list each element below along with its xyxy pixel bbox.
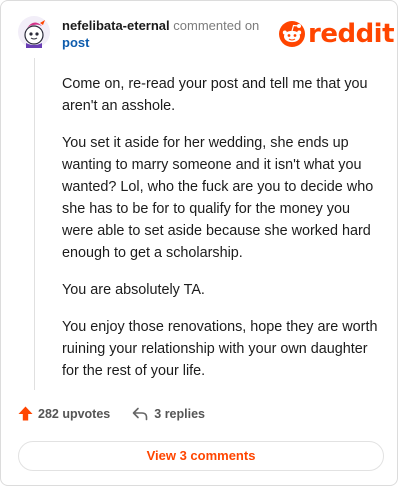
upvote-button[interactable]: 282 upvotes [18,406,110,421]
comment-card: nefelibata-eternal commented on post red… [0,0,398,486]
replies-button[interactable]: 3 replies [132,407,205,421]
username-link[interactable]: nefelibata-eternal [62,18,170,33]
upvote-count: 282 upvotes [38,406,111,421]
commented-on-label: commented on [173,18,260,33]
view-comments-button[interactable]: View 3 comments [18,441,384,471]
reddit-snoo-icon [279,21,305,47]
reddit-logo[interactable]: reddit [279,19,395,49]
comment-paragraph: You are absolutely TA. [62,282,205,298]
comment-paragraph: Come on, re-read your post and tell me t… [62,76,368,114]
post-link[interactable]: post [62,34,272,51]
comment-body: Come on, re-read your post and tell me t… [62,73,382,397]
user-avatar[interactable] [18,16,50,48]
reply-arrow-icon [132,407,148,420]
comment-paragraph: You set it aside for her wedding, she en… [62,135,374,261]
comment-footer: 282 upvotes 3 replies [18,406,205,421]
upvote-arrow-icon [18,406,33,421]
reddit-wordmark: reddit [308,19,395,49]
comment-header: nefelibata-eternal commented on post [62,17,272,51]
reply-count: 3 replies [154,406,205,421]
avatar-icon [18,16,50,48]
comment-paragraph: You enjoy those renovations, hope they a… [62,319,378,379]
thread-line[interactable] [34,58,35,390]
